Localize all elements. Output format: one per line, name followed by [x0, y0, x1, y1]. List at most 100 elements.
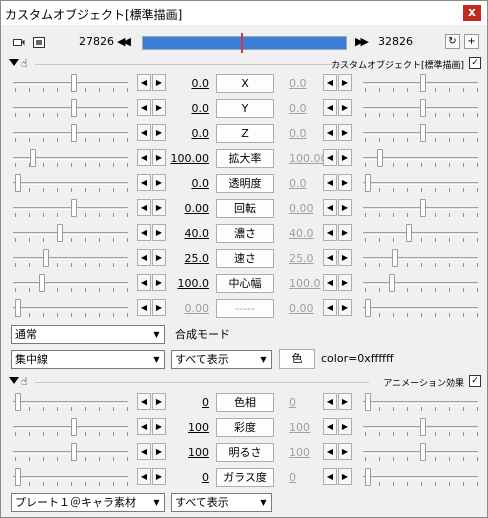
parameter-name-button[interactable]: 明るさ	[216, 443, 274, 462]
increment-arrow-icon[interactable]: ▶	[338, 418, 352, 435]
start-value[interactable]: 40.0	[165, 227, 210, 240]
screen-icon[interactable]	[33, 37, 45, 48]
end-stepper[interactable]: ◀ ▶	[323, 418, 353, 435]
start-slider-thumb[interactable]	[57, 224, 63, 242]
animation-preset-select[interactable]: プレート１＠キャラ素材 ▼	[11, 493, 165, 512]
decrement-arrow-icon[interactable]: ◀	[137, 149, 151, 166]
end-slider-thumb[interactable]	[365, 393, 371, 411]
end-stepper[interactable]: ◀ ▶	[323, 199, 353, 216]
decrement-arrow-icon[interactable]: ◀	[323, 224, 337, 241]
increment-arrow-icon[interactable]: ▶	[338, 393, 352, 410]
increment-arrow-icon[interactable]: ▶	[152, 443, 166, 460]
end-slider-thumb[interactable]	[406, 224, 412, 242]
parameter-name-button[interactable]: 回転	[216, 199, 274, 218]
end-stepper[interactable]: ◀ ▶	[323, 74, 353, 91]
start-slider-thumb[interactable]	[71, 99, 77, 117]
decrement-arrow-icon[interactable]: ◀	[323, 99, 337, 116]
custom-object-type-select[interactable]: 集中線 ▼	[11, 350, 165, 369]
decrement-arrow-icon[interactable]: ◀	[323, 174, 337, 191]
start-slider-thumb[interactable]	[15, 468, 21, 486]
start-value[interactable]: 0.0	[165, 177, 210, 190]
start-value[interactable]: 0	[165, 396, 209, 409]
end-slider-thumb[interactable]	[420, 418, 426, 436]
start-slider-thumb[interactable]	[39, 274, 45, 292]
end-slider-thumb[interactable]	[420, 199, 426, 217]
end-slider-track[interactable]	[363, 182, 478, 185]
increment-arrow-icon[interactable]: ▶	[338, 274, 352, 291]
start-stepper[interactable]: ◀ ▶	[137, 199, 167, 216]
start-stepper[interactable]: ◀ ▶	[137, 124, 167, 141]
increment-arrow-icon[interactable]: ▶	[338, 74, 352, 91]
collapse-triangle-icon[interactable]	[9, 377, 19, 384]
decrement-arrow-icon[interactable]: ◀	[137, 224, 151, 241]
increment-arrow-icon[interactable]: ▶	[338, 443, 352, 460]
start-slider-track[interactable]	[13, 232, 128, 235]
increment-arrow-icon[interactable]: ▶	[152, 74, 166, 91]
parameter-name-button[interactable]: 中心幅	[216, 274, 274, 293]
end-slider-track[interactable]	[363, 476, 478, 479]
chevron-down-icon[interactable]: ▼	[256, 494, 271, 511]
chevron-down-icon[interactable]: ▼	[256, 351, 271, 368]
start-stepper[interactable]: ◀ ▶	[137, 468, 167, 485]
collapse-triangle-icon[interactable]	[9, 59, 19, 66]
decrement-arrow-icon[interactable]: ◀	[137, 199, 151, 216]
start-value[interactable]: 0.0	[165, 77, 210, 90]
start-stepper[interactable]: ◀ ▶	[137, 224, 167, 241]
parameter-name-button[interactable]: 濃さ	[216, 224, 274, 243]
decrement-arrow-icon[interactable]: ◀	[137, 124, 151, 141]
end-stepper[interactable]: ◀ ▶	[323, 443, 353, 460]
increment-arrow-icon[interactable]: ▶	[152, 124, 166, 141]
increment-arrow-icon[interactable]: ▶	[152, 393, 166, 410]
parameter-name-button[interactable]: -----	[216, 299, 274, 318]
increment-arrow-icon[interactable]: ▶	[152, 149, 166, 166]
blend-mode-select[interactable]: 通常 ▼	[11, 325, 165, 344]
increment-arrow-icon[interactable]: ▶	[338, 249, 352, 266]
start-slider-thumb[interactable]	[15, 174, 21, 192]
end-slider-thumb[interactable]	[365, 174, 371, 192]
parameter-name-button[interactable]: Z	[216, 124, 274, 143]
start-value[interactable]: 100	[165, 446, 209, 459]
end-slider-thumb[interactable]	[365, 468, 371, 486]
end-stepper[interactable]: ◀ ▶	[323, 174, 353, 191]
increment-arrow-icon[interactable]: ▶	[152, 299, 166, 316]
increment-arrow-icon[interactable]: ▶	[152, 224, 166, 241]
start-value[interactable]: 0.0	[165, 102, 210, 115]
start-slider-thumb[interactable]	[43, 249, 49, 267]
parameter-name-button[interactable]: X	[216, 74, 274, 93]
start-slider-thumb[interactable]	[30, 149, 36, 167]
start-stepper[interactable]: ◀ ▶	[137, 299, 167, 316]
start-value[interactable]: 100.00	[165, 152, 210, 165]
increment-arrow-icon[interactable]: ▶	[152, 199, 166, 216]
start-slider-track[interactable]	[13, 401, 128, 404]
camera-icon[interactable]	[13, 37, 25, 48]
start-stepper[interactable]: ◀ ▶	[137, 174, 167, 191]
parameter-name-button[interactable]: 彩度	[216, 418, 274, 437]
decrement-arrow-icon[interactable]: ◀	[137, 443, 151, 460]
decrement-arrow-icon[interactable]: ◀	[323, 468, 337, 485]
hand-icon[interactable]: ☝	[21, 57, 28, 70]
start-slider-track[interactable]	[13, 476, 128, 479]
end-stepper[interactable]: ◀ ▶	[323, 99, 353, 116]
start-slider-thumb[interactable]	[15, 393, 21, 411]
start-stepper[interactable]: ◀ ▶	[137, 249, 167, 266]
end-slider-thumb[interactable]	[420, 443, 426, 461]
animation-display-select[interactable]: すべて表示 ▼	[171, 493, 272, 512]
end-stepper[interactable]: ◀ ▶	[323, 249, 353, 266]
chevron-down-icon[interactable]: ▼	[149, 494, 164, 511]
end-stepper[interactable]: ◀ ▶	[323, 224, 353, 241]
start-slider-track[interactable]	[13, 257, 128, 260]
timeline-bar[interactable]	[142, 33, 347, 53]
increment-arrow-icon[interactable]: ▶	[152, 99, 166, 116]
decrement-arrow-icon[interactable]: ◀	[323, 443, 337, 460]
start-value[interactable]: 100	[165, 421, 209, 434]
end-slider-thumb[interactable]	[377, 149, 383, 167]
start-stepper[interactable]: ◀ ▶	[137, 74, 167, 91]
close-button[interactable]: x	[463, 5, 481, 21]
decrement-arrow-icon[interactable]: ◀	[137, 393, 151, 410]
increment-arrow-icon[interactable]: ▶	[338, 99, 352, 116]
section-enable-checkbox[interactable]: ✓	[469, 57, 481, 69]
decrement-arrow-icon[interactable]: ◀	[137, 174, 151, 191]
decrement-arrow-icon[interactable]: ◀	[137, 99, 151, 116]
end-slider-thumb[interactable]	[392, 249, 398, 267]
end-slider-thumb[interactable]	[389, 274, 395, 292]
